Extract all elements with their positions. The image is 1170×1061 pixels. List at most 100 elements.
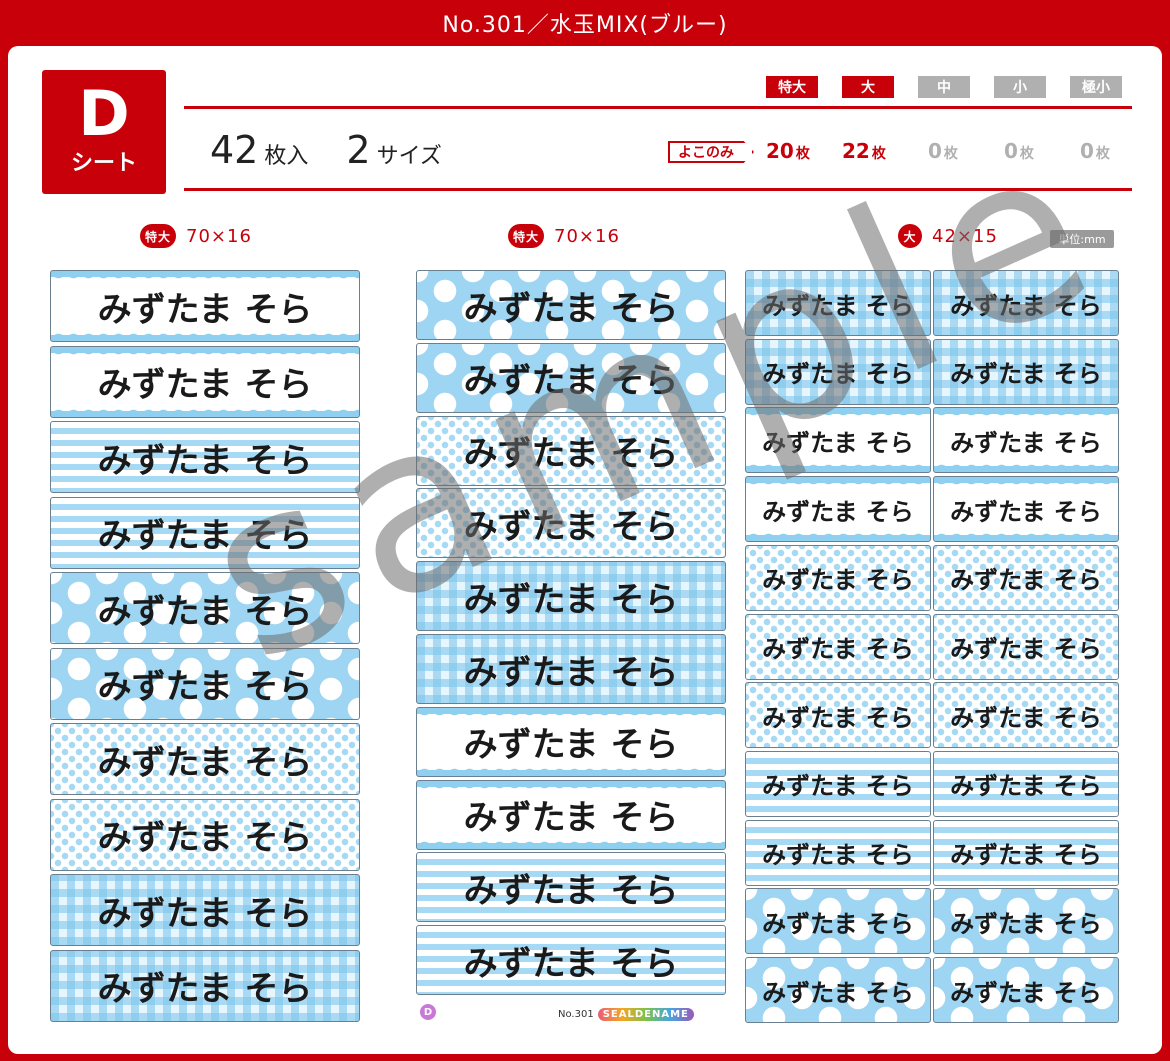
name-label-col2: みずたま そら bbox=[416, 270, 726, 340]
label-text: みずたま そら bbox=[762, 772, 914, 801]
brand-logo: SEALDENAME bbox=[597, 1008, 694, 1021]
name-label-col1: みずたま そら bbox=[50, 949, 360, 1022]
name-label-col4: みずたま そら bbox=[933, 407, 1119, 474]
label-text: みずたま そら bbox=[762, 635, 914, 663]
column-1-dims: 70×16 bbox=[186, 225, 252, 247]
label-text: みずたま そら bbox=[950, 978, 1102, 1007]
label-text: みずたま そら bbox=[463, 725, 679, 766]
label-text: みずたま そら bbox=[463, 434, 679, 475]
name-label-col4: みずたま そら bbox=[933, 613, 1119, 680]
footer-product-number: No.301 bbox=[558, 1009, 594, 1020]
page-title: No.301／水玉MIX(ブルー) bbox=[442, 13, 728, 38]
label-text: みずたま そら bbox=[762, 978, 914, 1007]
name-label-col2: みずたま そら bbox=[416, 706, 726, 777]
label-text: みずたま そら bbox=[463, 288, 679, 329]
label-count-unit: 枚入 bbox=[264, 144, 309, 169]
yoko-only-badge: よこのみ bbox=[668, 141, 754, 163]
label-text: みずたま そら bbox=[97, 893, 313, 934]
label-text: みずたま そら bbox=[463, 798, 679, 839]
name-label-col1: みずたま そら bbox=[50, 496, 360, 569]
label-text: みずたま そら bbox=[97, 440, 313, 481]
label-text: みずたま そら bbox=[97, 969, 313, 1009]
name-label-col3: みずたま そら bbox=[745, 957, 931, 1023]
name-label-col4: みずたま そら bbox=[933, 476, 1119, 543]
column-1-size-tag: 特大 bbox=[140, 224, 177, 248]
size-count-unit: サイズ bbox=[376, 144, 442, 169]
name-label-col1: みずたま そら bbox=[50, 647, 360, 720]
label-text: みずたま そら bbox=[97, 818, 313, 858]
name-label-col2: みずたま そら bbox=[416, 488, 726, 559]
size-tag-dai: 大 bbox=[842, 76, 894, 98]
qty-dai: 22 枚 bbox=[842, 139, 886, 163]
name-label-col1: みずたま そら bbox=[50, 572, 360, 644]
header-rule-bottom bbox=[184, 188, 1132, 191]
column-2-header: 特大 70×16 bbox=[508, 224, 620, 248]
name-label-col2: みずたま そら bbox=[416, 342, 726, 413]
size-tag-tokudai: 特大 bbox=[766, 76, 818, 98]
name-label-col3: みずたま そら bbox=[745, 613, 931, 680]
label-text: みずたま そら bbox=[97, 591, 313, 632]
sheet-letter: D bbox=[78, 77, 130, 150]
label-text: みずたま そら bbox=[463, 870, 679, 911]
label-text: みずたま そら bbox=[463, 506, 679, 547]
label-text: みずたま そら bbox=[762, 497, 914, 526]
label-text: みずたま そら bbox=[950, 291, 1102, 320]
qty-tokudai: 20 枚 bbox=[766, 139, 810, 163]
name-label-col4: みずたま そら bbox=[933, 957, 1119, 1023]
name-label-col3: みずたま そら bbox=[745, 338, 931, 405]
label-text: みずたま そら bbox=[950, 566, 1102, 595]
header-rule-top bbox=[184, 106, 1132, 109]
label-text: みずたま そら bbox=[950, 909, 1102, 938]
label-text: みずたま そら bbox=[950, 428, 1102, 457]
label-text: みずたま そら bbox=[97, 516, 313, 556]
label-text: みずたま そら bbox=[950, 497, 1102, 526]
label-text: みずたま そら bbox=[950, 635, 1102, 663]
name-label-col3: みずたま そら bbox=[745, 750, 931, 817]
label-text: みずたま そら bbox=[762, 703, 914, 732]
column-2-size-tag: 特大 bbox=[508, 224, 545, 248]
name-label-col4: みずたま そら bbox=[933, 750, 1119, 817]
qty-gokusho: 0枚 bbox=[1080, 139, 1110, 163]
sheet-badge: D シート bbox=[42, 70, 166, 194]
name-label-col2: みずたま そら bbox=[416, 925, 726, 996]
name-label-col1: みずたま そら bbox=[50, 345, 360, 418]
label-text: みずたま そら bbox=[950, 841, 1102, 870]
label-text: みずたま そら bbox=[950, 772, 1102, 801]
name-label-col2: みずたま そら bbox=[416, 779, 726, 850]
column-2-dims: 70×16 bbox=[554, 225, 620, 247]
column-3-header: 大 42×15 bbox=[898, 224, 998, 248]
name-label-col1: みずたま そら bbox=[50, 798, 360, 871]
name-label-col2: みずたま そら bbox=[416, 852, 726, 923]
name-label-col3: みずたま そら bbox=[745, 544, 931, 611]
label-text: みずたま そら bbox=[762, 291, 914, 320]
name-label-col2: みずたま そら bbox=[416, 561, 726, 632]
label-text: みずたま そら bbox=[950, 703, 1102, 732]
sheet-summary: 42 枚入 2 サイズ bbox=[210, 128, 442, 172]
unit-note: 単位:mm bbox=[1050, 230, 1114, 248]
label-text: みずたま そら bbox=[463, 943, 679, 984]
label-text: みずたま そら bbox=[463, 361, 679, 402]
label-text: みずたま そら bbox=[950, 360, 1102, 389]
size-tag-chu: 中 bbox=[918, 76, 970, 98]
name-label-col2: みずたま そら bbox=[416, 634, 726, 704]
name-label-col1: みずたま そら bbox=[50, 421, 360, 493]
label-text: みずたま そら bbox=[762, 360, 914, 389]
name-label-col2: みずたま そら bbox=[416, 415, 726, 486]
name-label-col1: みずたま そら bbox=[50, 270, 360, 342]
name-label-col4: みずたま そら bbox=[933, 338, 1119, 405]
qty-chu: 0枚 bbox=[928, 139, 958, 163]
name-label-col4: みずたま そら bbox=[933, 888, 1119, 955]
name-label-col1: みずたま そら bbox=[50, 723, 360, 795]
name-label-col3: みずたま そら bbox=[745, 270, 931, 336]
label-text: みずたま そら bbox=[97, 365, 313, 405]
label-text: みずたま そら bbox=[762, 841, 914, 870]
name-label-col4: みずたま そら bbox=[933, 819, 1119, 886]
footer-brand: No.301 SEALDENAME bbox=[558, 1008, 694, 1021]
label-text: みずたま そら bbox=[463, 579, 679, 620]
name-label-col4: みずたま そら bbox=[933, 270, 1119, 336]
label-text: みずたま そら bbox=[97, 289, 313, 330]
footer-sheet-letter: D bbox=[420, 1004, 436, 1020]
name-label-col3: みずたま そら bbox=[745, 407, 931, 474]
column-1-header: 特大 70×16 bbox=[140, 224, 252, 248]
name-label-col3: みずたま そら bbox=[745, 888, 931, 955]
